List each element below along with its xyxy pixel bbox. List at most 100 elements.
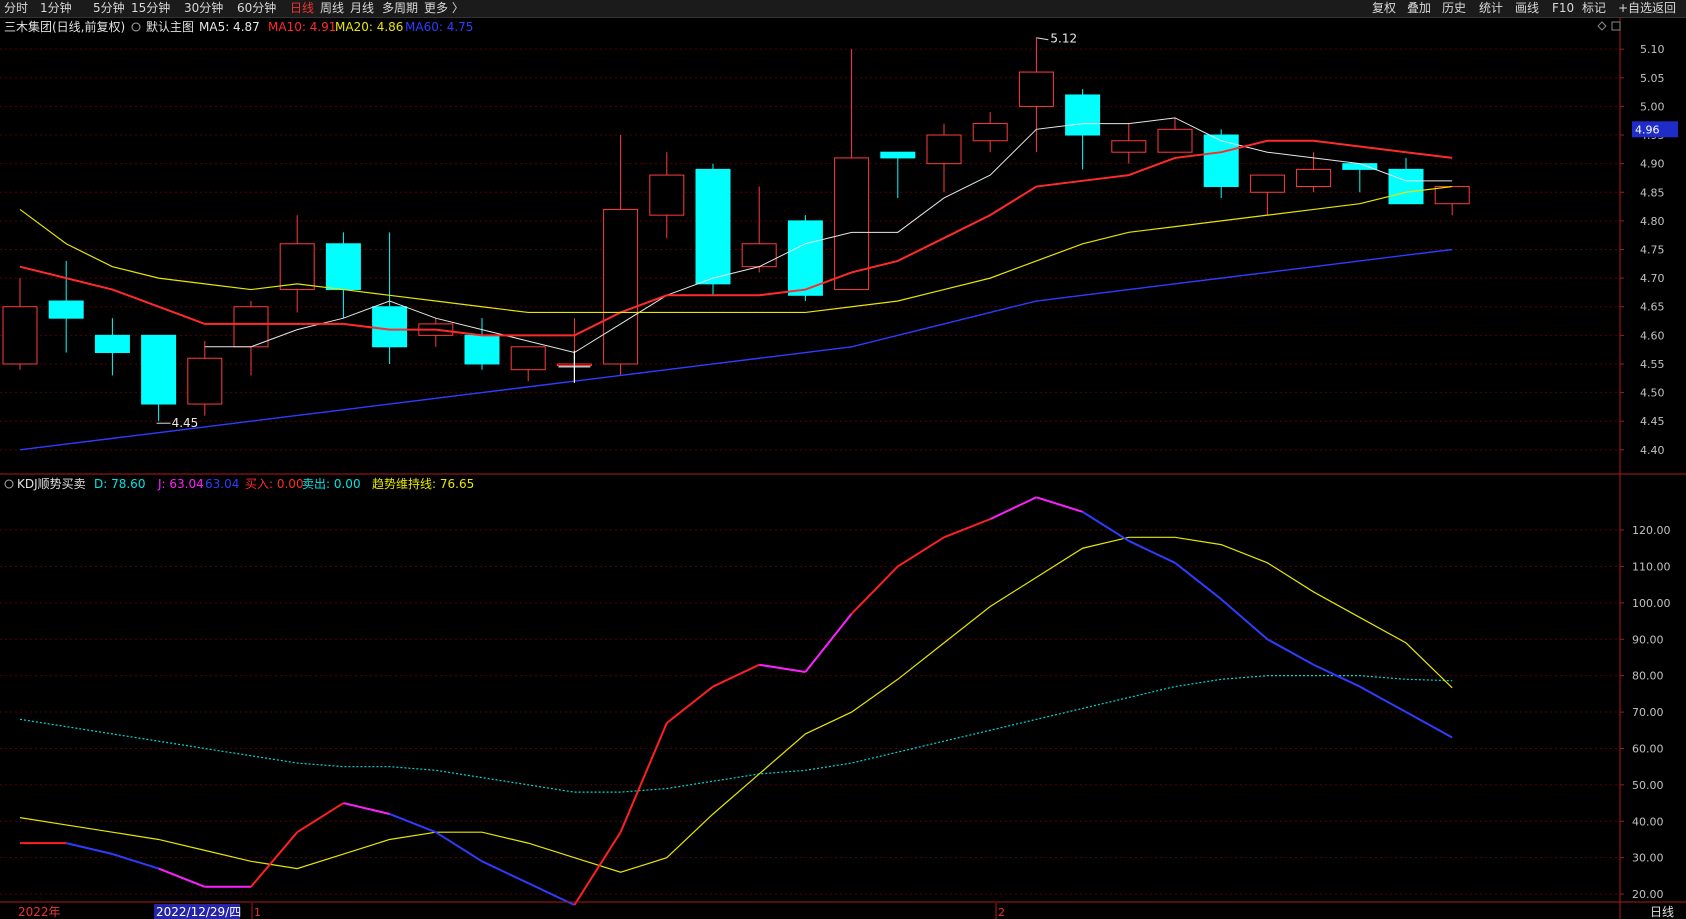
kdj-tick-label: 70.00	[1632, 706, 1664, 719]
kdj-name: KDJ顺势买卖	[17, 477, 86, 491]
ma-legend-3: MA60: 4.75	[405, 20, 473, 34]
j-line-segment	[1082, 510, 1130, 542]
indicator-name: 默认主图	[146, 19, 194, 34]
candle-body	[1296, 168, 1332, 188]
ma-legend-2: MA20: 4.86	[335, 20, 403, 34]
candle-body	[464, 334, 500, 365]
indicator-settings-icon[interactable]	[131, 22, 141, 32]
square-icon[interactable]	[1611, 21, 1621, 31]
candle-body	[233, 306, 269, 348]
j-line-segment	[1220, 598, 1269, 641]
j-line-segment	[850, 565, 899, 615]
d-line	[19, 675, 1453, 793]
current-price-label: 4.96	[1635, 123, 1660, 136]
candle-body	[880, 151, 916, 159]
price-tick-label: 4.85	[1640, 186, 1665, 199]
candle-body	[2, 306, 38, 365]
j-line-segment	[389, 813, 437, 834]
candle-body	[649, 174, 685, 216]
price-tick-label: 4.60	[1640, 329, 1665, 342]
ma-legend-0: MA5: 4.87	[199, 20, 260, 34]
price-tick-label: 5.10	[1640, 43, 1665, 56]
candle-body	[1111, 140, 1147, 153]
kdj-tick-label: 120.00	[1632, 524, 1671, 537]
kdj-tick-label: 100.00	[1632, 597, 1671, 610]
kdj-tick-label: 40.00	[1632, 815, 1664, 828]
j-line-segment	[712, 663, 760, 688]
candle-body	[1388, 168, 1424, 205]
cursor-date: 2022/12/29/四	[156, 905, 241, 919]
ma-legend-1: MA10: 4.91	[268, 20, 336, 34]
candle-body	[741, 243, 777, 268]
j-line-segment	[573, 831, 622, 906]
j-line-segment	[666, 685, 714, 724]
kdj-tick-label: 30.00	[1632, 852, 1664, 865]
j-line-segment	[1405, 711, 1453, 739]
price-tick-label: 5.05	[1640, 72, 1665, 85]
candle-body	[1018, 71, 1054, 107]
candle-body	[972, 123, 1008, 142]
candle-body	[695, 168, 731, 285]
j-line-segment	[989, 496, 1037, 521]
candle-body	[1434, 186, 1470, 205]
main-chart	[2, 37, 1470, 451]
j-line-segment	[804, 613, 853, 673]
candle-body	[510, 346, 546, 371]
candle-body	[48, 300, 84, 319]
j-line-segment	[435, 831, 483, 863]
kdj-chart	[19, 496, 1453, 906]
candle-body	[1249, 174, 1285, 193]
price-tick-label: 4.75	[1640, 244, 1665, 257]
j-line-segment	[1128, 540, 1176, 564]
price-tick-label: 4.70	[1640, 272, 1665, 285]
axis-layer: 5.105.055.004.954.904.854.804.754.704.65…	[0, 18, 1686, 919]
kdj-legend-5: 趋势维持线: 76.65	[372, 476, 474, 491]
price-tick-label: 5.00	[1640, 100, 1665, 113]
candle-body	[141, 334, 177, 405]
j-line-segment	[1174, 562, 1222, 600]
price-tick-label: 4.65	[1640, 301, 1665, 314]
j-line-segment	[296, 802, 344, 834]
period-label: 日线	[1650, 905, 1674, 919]
kdj-tick-label: 20.00	[1632, 888, 1664, 901]
kdj-legend-4: 卖出: 0.00	[302, 477, 361, 491]
stock-title: 三木集团(日线,前复权)	[4, 19, 125, 34]
trend-line	[19, 536, 1453, 873]
chart-area[interactable]: 5.105.055.004.954.904.854.804.754.704.65…	[0, 0, 1686, 919]
j-line-segment	[343, 802, 390, 815]
kdj-legend-2: 63.04	[205, 477, 239, 491]
j-line-segment	[897, 536, 945, 568]
kdj-legend-0: D: 78.60	[94, 477, 145, 491]
j-line-segment	[1036, 496, 1083, 513]
candle-body	[94, 334, 130, 354]
diamond-icon[interactable]	[1597, 21, 1607, 31]
candle-body	[279, 243, 315, 291]
candle-body	[1157, 128, 1193, 153]
price-tick-label: 4.50	[1640, 387, 1665, 400]
month-mark-2: 2	[998, 906, 1005, 919]
candle-body	[603, 208, 639, 365]
j-line-segment	[158, 867, 206, 888]
low-price-marker: 4.45	[172, 416, 199, 430]
j-line-segment	[759, 663, 806, 674]
j-line-segment	[619, 722, 668, 833]
kdj-tick-label: 90.00	[1632, 633, 1664, 646]
price-tick-label: 4.90	[1640, 158, 1665, 171]
kdj-tick-label: 50.00	[1632, 779, 1664, 792]
kdj-legend-3: 买入: 0.00	[245, 477, 304, 491]
j-line-segment	[250, 831, 298, 888]
candle-body	[187, 357, 223, 405]
kdj-tick-label: 80.00	[1632, 670, 1664, 683]
candle-body	[372, 306, 408, 348]
grid-layer	[0, 48, 1620, 895]
month-mark-1: 1	[254, 906, 261, 919]
price-tick-label: 4.80	[1640, 215, 1665, 228]
j-line-segment	[943, 518, 991, 539]
candle-body	[1065, 94, 1101, 136]
year-label: 2022年	[18, 905, 61, 919]
kdj-tick-label: 60.00	[1632, 742, 1664, 755]
high-price-marker: 5.12	[1050, 32, 1077, 46]
price-tick-label: 4.55	[1640, 358, 1665, 371]
kdj-settings-icon[interactable]	[4, 479, 14, 489]
ma60-line	[19, 248, 1453, 451]
